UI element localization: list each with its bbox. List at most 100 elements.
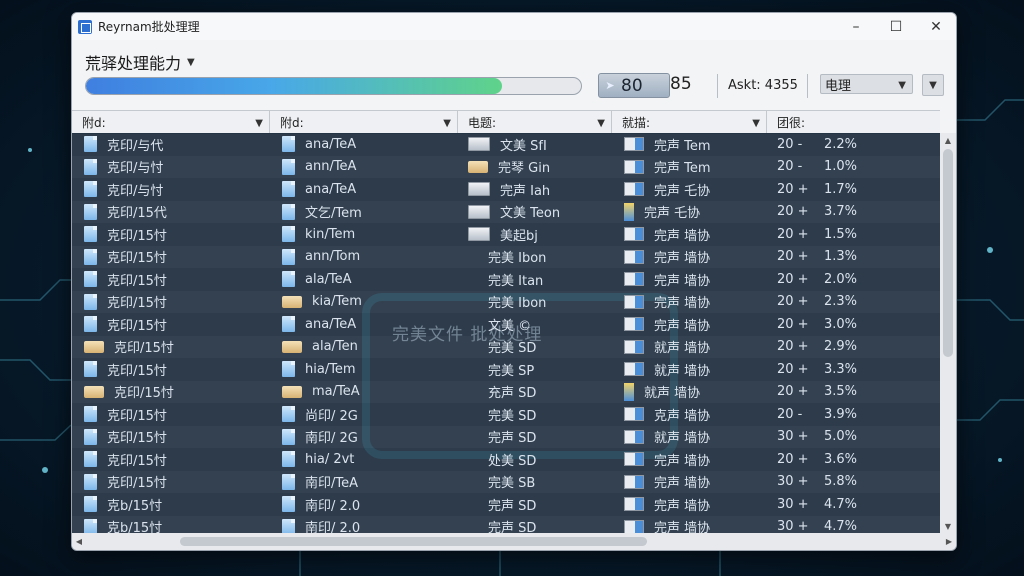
cell-text: 完声 乇协: [654, 183, 711, 199]
table-row[interactable]: 克印/15忖 ana/TeA 文美 © 完声 墙协 20 + 3.0%: [72, 313, 940, 335]
file-tray-icon: [468, 182, 490, 196]
table-row[interactable]: 克印/与忖 ana/TeA 完声 Iah 完声 乇协 20 + 1.7%: [72, 178, 940, 200]
table-row[interactable]: 克b/15忖 南印/ 2.0 完声 SD 完声 墙协 30 + 4.7%: [72, 516, 940, 533]
folder-icon: [84, 385, 104, 398]
cell-col-2: ma/TeA: [282, 381, 360, 403]
chevron-down-icon: ▼: [187, 56, 195, 68]
cell-text: 克印/15忖: [114, 341, 174, 356]
cell-col-2: ann/Tom: [282, 246, 360, 268]
cell-col-4: 完声 墙协: [624, 268, 710, 290]
folder-icon: [282, 385, 302, 398]
document-icon: [282, 158, 295, 175]
document-icon: [282, 361, 295, 377]
document-icon: [84, 316, 97, 332]
scroll-down-icon[interactable]: ▼: [940, 519, 956, 533]
scroll-left-icon[interactable]: ◀: [72, 533, 86, 550]
table-row[interactable]: 克印/15忖 ann/Tom 完美 Ibon 完声 墙协 20 + 1.3%: [72, 246, 940, 268]
document-icon: [84, 406, 97, 422]
cell-text: 完声 墙协: [654, 296, 711, 311]
cell-col-4: 完声 墙协: [624, 291, 710, 313]
cell-percent: 5.0%: [824, 429, 858, 444]
table-row[interactable]: 克印/15忖 尚印/ 2G 完美 SD 克声 墙协 20 - 3.9%: [72, 403, 940, 425]
cell-percent: 2.3%: [824, 294, 858, 309]
action-dropdown[interactable]: 电理 ▼: [820, 74, 913, 94]
document-icon: [282, 518, 295, 533]
document-icon: [84, 158, 97, 175]
table-row[interactable]: 克印/15忖 hia/Tem 完美 SP 就声 墙协 20 + 3.3%: [72, 358, 940, 380]
card-icon: [624, 227, 644, 241]
cell-text: 就声 墙协: [654, 341, 711, 356]
minimize-button[interactable]: –: [836, 13, 876, 40]
horizontal-scroll-thumb[interactable]: [180, 537, 647, 546]
column-header-3[interactable]: 电题: ▼: [458, 111, 612, 133]
cell-text: 完声 墙协: [654, 273, 711, 289]
cell-col-4: 就声 墙协: [624, 358, 710, 380]
table-row[interactable]: 克印/15忖 ala/Ten 完美 SD 就声 墙协 20 + 2.9%: [72, 336, 940, 358]
close-button[interactable]: ✕: [916, 13, 956, 40]
cell-text: 完声 Iah: [500, 183, 551, 199]
column-header-4[interactable]: 就描: ▼: [612, 111, 767, 133]
table-row[interactable]: 克印/15忖 hia/ 2vt 处美 SD 完声 墙协 20 + 3.6%: [72, 448, 940, 470]
cell-text: 完美 Ibon: [488, 296, 547, 311]
cell-text: 克印/15忖: [107, 408, 167, 424]
table-row[interactable]: 克印/15忖 南印/ 2G 完声 SD 就声 墙协 30 + 5.0%: [72, 426, 940, 448]
status-text: Askt: 4355: [728, 78, 798, 93]
mode-dropdown[interactable]: 荒驿处理能力 ▼: [85, 50, 195, 74]
chevron-down-icon: ▼: [929, 79, 937, 91]
cell-count: 20 +: [777, 294, 809, 309]
column-label: 团很:: [777, 115, 806, 130]
document-icon: [84, 181, 97, 197]
cell-col-1: 克印/与忖: [84, 178, 163, 200]
cell-text: 克印/15忖: [107, 318, 167, 334]
cell-text: 克印/15忖: [107, 363, 167, 379]
table-row[interactable]: 克印/与忖 ann/TeA 完琴 Gin 完声 Tem 20 - 1.0%: [72, 156, 940, 178]
column-header-2[interactable]: 附d: ▼: [270, 111, 458, 133]
table-row[interactable]: 克印/15忖 ala/TeA 完美 Itan 完声 墙协 20 + 2.0%: [72, 268, 940, 290]
table-row[interactable]: 克印/15忖 kin/Tem 美起bj 完声 墙协 20 + 1.5%: [72, 223, 940, 245]
vertical-scrollbar[interactable]: ▲ ▼: [940, 133, 956, 533]
cell-count: 20 +: [777, 361, 809, 377]
cell-text: 完美 Ibon: [488, 251, 547, 266]
column-header-5[interactable]: 团很:: [767, 111, 940, 133]
document-icon: [84, 203, 97, 220]
cell-col-3: 完美 Ibon: [468, 291, 546, 313]
cell-text: ala/Ten: [312, 339, 358, 354]
column-header-1[interactable]: 附d: ▼: [72, 111, 270, 133]
cell-col-1: 克印/与代: [84, 133, 163, 155]
cell-text: 克印/与忖: [107, 183, 164, 199]
cell-count: 20 +: [777, 384, 809, 399]
table-row[interactable]: 克印/15忖 南印/TeA 完美 SB 完声 墙协 30 + 5.8%: [72, 471, 940, 493]
table-row[interactable]: 克b/15忖 南印/ 2.0 完声 SD 完声 墙协 30 + 4.7%: [72, 493, 940, 515]
cell-percent: 1.3%: [824, 249, 858, 264]
card-icon: [624, 429, 644, 444]
window-title: Reyrnam批处理理: [98, 20, 200, 34]
cell-col-4: 完声 墙协: [624, 493, 710, 515]
card-icon: [624, 317, 644, 331]
counter-box: ➤ 80: [598, 73, 670, 98]
table-row[interactable]: 克印/与代 ana/TeA 文美 SfI 完声 Tem 20 - 2.2%: [72, 133, 940, 155]
document-icon: [84, 451, 97, 467]
cell-col-1: 克印/15忖: [84, 448, 167, 470]
table-row[interactable]: 克印/15代 文乞/Tem 文美 Teon 完声 乇协 20 + 3.7%: [72, 201, 940, 223]
cell-percent: 5.8%: [824, 474, 858, 489]
table-row[interactable]: 克印/15忖 ma/TeA 充声 SD 就声 墙协 20 + 3.5%: [72, 381, 940, 403]
maximize-button[interactable]: ☐: [876, 13, 916, 40]
cell-col-1: 克印/15代: [84, 201, 167, 223]
file-tray-icon: [468, 137, 490, 151]
vertical-scroll-thumb[interactable]: [943, 149, 953, 357]
cell-percent: 1.7%: [824, 181, 858, 197]
horizontal-scrollbar[interactable]: ◀ ▶: [72, 533, 956, 550]
cell-text: 克印/15代: [107, 206, 167, 221]
table-row[interactable]: 克印/15忖 kia/Tem 完美 Ibon 完声 墙协 20 + 2.3%: [72, 291, 940, 313]
cell-text: ann/Tom: [305, 249, 361, 264]
cell-text: 完声 墙协: [654, 498, 711, 514]
cell-count: 30 +: [777, 519, 809, 533]
scroll-right-icon[interactable]: ▶: [942, 533, 956, 550]
action-button[interactable]: ▼: [922, 74, 944, 96]
cell-text: 克印/15忖: [107, 296, 167, 311]
chevron-down-icon: ▼: [597, 118, 605, 129]
arrow-icon: ➤: [605, 79, 615, 92]
cell-text: 完美 SD: [488, 408, 537, 424]
scroll-up-icon[interactable]: ▲: [940, 133, 956, 147]
cell-percent: 3.3%: [824, 361, 858, 377]
